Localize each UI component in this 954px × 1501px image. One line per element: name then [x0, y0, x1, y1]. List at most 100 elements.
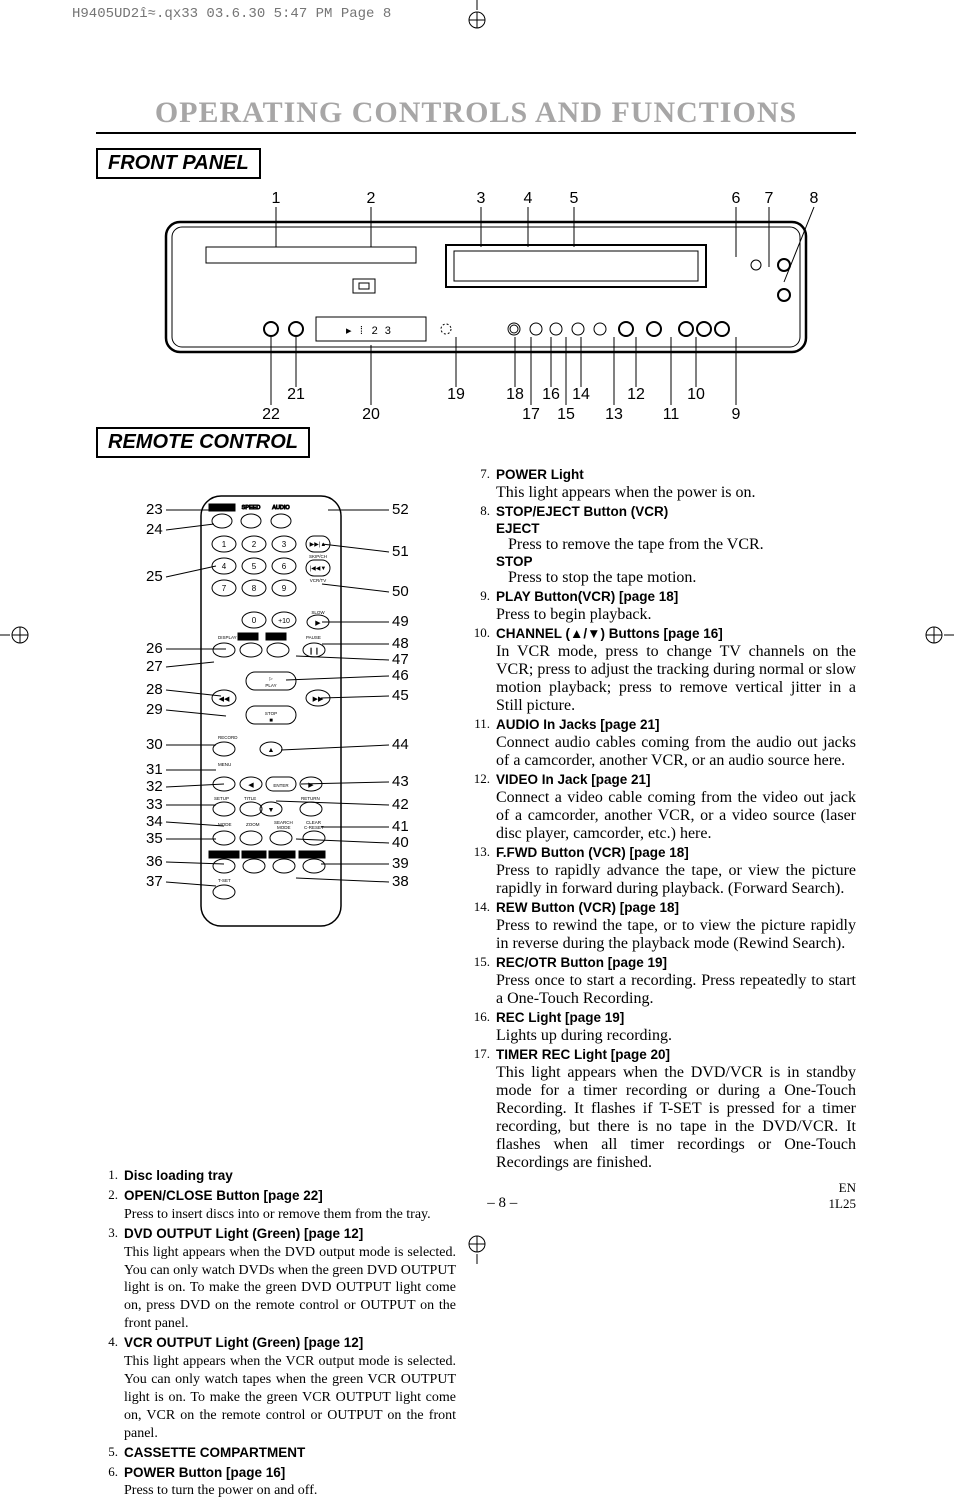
svg-text:21: 21	[287, 386, 305, 403]
item-body: DVD OUTPUT Light (Green) [page 12]This l…	[124, 1225, 456, 1333]
svg-text:14: 14	[572, 386, 590, 403]
svg-text:45: 45	[392, 687, 409, 704]
svg-text:34: 34	[146, 813, 163, 830]
svg-text:42: 42	[392, 796, 409, 813]
svg-text:48: 48	[392, 635, 409, 652]
item-text: Lights up during recording.	[496, 1027, 672, 1044]
svg-text:9: 9	[732, 406, 741, 423]
list-item: 11. AUDIO In Jacks [page 21]Connect audio…	[468, 716, 856, 770]
svg-text:25: 25	[146, 568, 163, 585]
front-panel-heading: FRONT PANEL	[96, 148, 261, 179]
svg-text:VCR/TV: VCR/TV	[310, 578, 327, 583]
svg-text:7: 7	[765, 190, 774, 207]
list-item: 3.DVD OUTPUT Light (Green) [page 12]This…	[96, 1225, 456, 1333]
item-text: Connect audio cables coming from the aud…	[496, 734, 856, 769]
svg-text:51: 51	[392, 543, 409, 560]
svg-text:30: 30	[146, 736, 163, 753]
svg-text:▶▶: ▶▶	[313, 695, 324, 703]
svg-text:▼: ▼	[268, 806, 275, 814]
svg-text:4: 4	[222, 562, 227, 571]
svg-text:7: 7	[222, 584, 227, 593]
item-text: Press once to start a recording. Press r…	[496, 972, 856, 1007]
item-number: 7.	[468, 466, 490, 502]
list-item: 8.STOP/EJECT Button (VCR)EJECTPress to r…	[468, 503, 856, 587]
svg-text:PLAY: PLAY	[265, 683, 276, 688]
item-number: 6.	[96, 1464, 118, 1501]
item-number: 12.	[468, 771, 490, 843]
front-panel-diagram: 1 2 3 4 5 6 7 8	[96, 187, 856, 427]
item-text: This light appears when the VCR output m…	[124, 1354, 456, 1441]
svg-text:SKIP/CH: SKIP/CH	[309, 554, 327, 559]
item-title: VCR OUTPUT Light (Green) [page 12]	[124, 1335, 363, 1350]
page-title: OPERATING CONTROLS AND FUNCTIONS	[96, 96, 856, 134]
svg-text:24: 24	[146, 521, 163, 538]
item-title: REW Button (VCR) [page 18]	[496, 900, 679, 915]
item-number: 8.	[468, 503, 490, 587]
list-item: 4. VCR OUTPUT Light (Green) [page 12] This…	[96, 1334, 456, 1442]
svg-text:50: 50	[392, 583, 409, 600]
svg-text:40: 40	[392, 834, 409, 851]
svg-text:43: 43	[392, 773, 409, 790]
svg-text:C-RESET: C-RESET	[304, 825, 324, 830]
item-body: REC/OTR Button [page 19] Press once to st…	[496, 954, 856, 1008]
footer-lang: EN	[839, 1180, 856, 1195]
svg-text:2: 2	[367, 190, 376, 207]
svg-text:DISPLAY: DISPLAY	[218, 635, 237, 640]
svg-text:POWER: POWER	[213, 506, 231, 511]
item-subheading: EJECT	[496, 521, 856, 536]
item-title: REC/OTR Button [page 19]	[496, 955, 667, 970]
svg-text:15: 15	[557, 406, 575, 423]
item-subtext: Press to stop the tape motion.	[508, 569, 856, 587]
svg-text:8: 8	[810, 190, 819, 207]
svg-text:33: 33	[146, 796, 163, 813]
list-item: 13.F.FWD Button (VCR) [page 18]Press to …	[468, 844, 856, 898]
item-body: PLAY Button(VCR) [page 18]Press to begin…	[496, 588, 856, 624]
item-number: 4.	[96, 1334, 118, 1442]
svg-text:37: 37	[146, 873, 163, 890]
manual-page: H9405UD2î≈.qx33 03.6.30 5:47 PM Page 8 O…	[0, 0, 954, 1264]
svg-text:▲: ▲	[268, 746, 275, 754]
svg-text:47: 47	[392, 651, 409, 668]
svg-text:▷: ▷	[269, 676, 273, 681]
item-title: POWER Light	[496, 467, 584, 482]
item-body: POWER Button [page 16]Press to turn the …	[124, 1464, 456, 1501]
item-number: 17.	[468, 1046, 490, 1172]
item-number: 9.	[468, 588, 490, 624]
svg-text:5: 5	[570, 190, 579, 207]
svg-text:36: 36	[146, 853, 163, 870]
svg-text:TITLE: TITLE	[244, 796, 256, 801]
svg-text:PAUSE: PAUSE	[306, 635, 321, 640]
svg-text:27: 27	[146, 658, 163, 675]
item-title: REC Light [page 19]	[496, 1010, 624, 1025]
svg-text:STOP: STOP	[265, 711, 277, 716]
svg-text:RETURN: RETURN	[301, 796, 320, 801]
item-number: 11.	[468, 716, 490, 770]
item-text: This light appears when the power is on.	[496, 484, 756, 501]
item-text: This light appears when the DVD/VCR is i…	[496, 1064, 856, 1171]
item-number: 10.	[468, 625, 490, 715]
svg-text:52: 52	[392, 501, 409, 518]
svg-text:41: 41	[392, 818, 409, 835]
svg-text:SLOW: SLOW	[311, 610, 325, 615]
item-body: AUDIO In Jacks [page 21]Connect audio ca…	[496, 716, 856, 770]
item-text: Press to begin playback.	[496, 606, 652, 623]
crop-mark-right	[924, 620, 954, 650]
item-number: 15.	[468, 954, 490, 1008]
svg-text:◀: ◀	[248, 781, 254, 789]
svg-text:10: 10	[687, 386, 705, 403]
svg-text:18: 18	[506, 386, 524, 403]
item-title: CASSETTE COMPARTMENT	[124, 1445, 305, 1460]
svg-text:20: 20	[362, 406, 380, 423]
item-body: CHANNEL (▲/▼) Buttons [page 16]In VCR mo…	[496, 625, 856, 715]
svg-text:13: 13	[605, 406, 623, 423]
list-item: 10. CHANNEL (▲/▼) Buttons [page 16]In VCR…	[468, 625, 856, 715]
svg-text:6: 6	[282, 562, 287, 571]
svg-text:MODE: MODE	[218, 822, 232, 827]
svg-text:28: 28	[146, 681, 163, 698]
item-title: CHANNEL (▲/▼) Buttons [page 16]	[496, 626, 723, 641]
svg-text:16: 16	[542, 386, 560, 403]
item-body: CASSETTE COMPARTMENT	[124, 1444, 456, 1463]
list-item: 15. REC/OTR Button [page 19] Press once to…	[468, 954, 856, 1008]
item-body: F.FWD Button (VCR) [page 18]Press to rap…	[496, 844, 856, 898]
svg-text:26: 26	[146, 640, 163, 657]
